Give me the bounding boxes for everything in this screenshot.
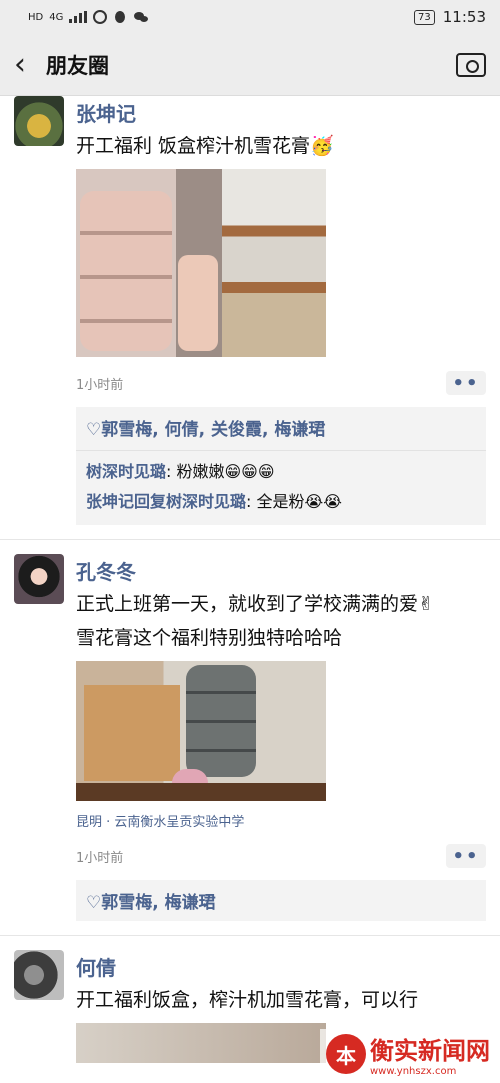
qq-icon [93,10,108,24]
back-icon[interactable]: ‹ [14,47,46,82]
more-actions-button[interactable]: •• [446,844,486,868]
post-author[interactable]: 张坤记 [76,98,486,127]
juicer-image [178,255,218,351]
avatar[interactable] [14,950,64,1000]
comment-text: 全是粉😭😭 [256,492,342,511]
signal-icon [69,11,88,23]
post-text: 开工福利 饭盒榨汁机雪花膏🥳 [76,135,334,157]
lunchbox-image [186,665,256,777]
penguin-icon [115,11,126,23]
post-meta: 1小时前 •• [76,844,486,868]
avatar[interactable] [14,96,64,146]
post-text: 开工福利饭盒，榨汁机加雪花膏，可以行 [76,989,419,1011]
post-text-line2: 雪花膏这个福利特别独特哈哈哈 [76,627,343,649]
post-location[interactable]: 昆明 · 云南衡水呈贡实验中学 [76,811,486,830]
watermark-url: www.ynhszx.com [370,1066,457,1077]
likes-comments-panel: ♡郭雪梅, 何倩, 关俊霞, 梅谦珺 树深时见璐: 粉嫩嫩😁😁😁 张坤记回复树深… [76,407,486,525]
heart-icon: ♡ [86,420,102,440]
status-bar: HD 4G 73 11:53 [0,0,500,34]
comment-author[interactable]: 树深时见璐 [86,462,166,481]
wechat-icon [134,12,149,22]
post-author[interactable]: 何倩 [76,952,486,981]
post-meta: 1小时前 •• [76,371,486,395]
hd-indicator: HD [28,11,44,23]
watermark-text: 衡实新闻网 www.ynhszx.com [370,1031,490,1077]
battery-icon: 73 [414,9,435,25]
more-actions-button[interactable]: •• [446,371,486,395]
post-text: 正式上班第一天，就收到了学校满满的爱✌ [76,593,434,615]
likes-comments-panel: ♡郭雪梅, 梅谦珺 [76,880,486,921]
clock: 11:53 [442,8,486,26]
divider [76,450,486,451]
comment-text: 粉嫩嫩😁😁😁 [176,462,275,481]
shelf-image [222,169,326,357]
comment[interactable]: 树深时见璐: 粉嫩嫩😁😁😁 [86,457,476,487]
page-title: 朋友圈 [46,53,109,78]
watermark-logo: 本 [326,1034,366,1074]
avatar[interactable] [14,554,64,604]
post-body: 孔冬冬 正式上班第一天，就收到了学校满满的爱✌ 雪花膏这个福利特别独特哈哈哈 昆… [76,554,486,921]
likes-row: ♡郭雪梅, 梅谦珺 [86,888,476,913]
box-image [84,685,180,781]
post-author[interactable]: 孔冬冬 [76,556,486,585]
likes-list[interactable]: 郭雪梅, 梅谦珺 [101,893,215,913]
heart-icon: ♡ [86,893,102,913]
lunchbox-image [80,191,172,351]
camera-icon[interactable] [456,52,486,77]
status-left: HD 4G [28,10,149,24]
post-body: 张坤记 开工福利 饭盒榨汁机雪花膏🥳 1小时前 •• ♡郭雪梅, 何倩, 关俊霞… [76,96,486,525]
floor-image [76,783,326,801]
comment-author[interactable]: 张坤记回复树深时见璐 [86,492,246,511]
moments-feed[interactable]: 张坤记 开工福利 饭盒榨汁机雪花膏🥳 1小时前 •• ♡郭雪梅, 何倩, 关俊霞… [0,96,500,1083]
post-photo[interactable] [76,1023,326,1063]
watermark: 本 衡实新闻网 www.ynhszx.com [320,1029,496,1079]
post-time: 1小时前 [76,377,124,393]
post: 孔冬冬 正式上班第一天，就收到了学校满满的爱✌ 雪花膏这个福利特别独特哈哈哈 昆… [0,540,500,936]
nav-bar: ‹ 朋友圈 [0,34,500,96]
likes-list[interactable]: 郭雪梅, 何倩, 关俊霞, 梅谦珺 [101,420,325,440]
status-right: 73 11:53 [414,8,486,26]
watermark-name: 衡实新闻网 [370,1036,490,1065]
post: 张坤记 开工福利 饭盒榨汁机雪花膏🥳 1小时前 •• ♡郭雪梅, 何倩, 关俊霞… [0,96,500,540]
comment[interactable]: 张坤记回复树深时见璐: 全是粉😭😭 [86,487,476,517]
post-photo[interactable] [76,661,326,801]
likes-row: ♡郭雪梅, 何倩, 关俊霞, 梅谦珺 [86,415,476,446]
signal-indicator: 4G [49,11,64,23]
post-time: 1小时前 [76,850,124,866]
post-photo[interactable] [76,169,326,357]
